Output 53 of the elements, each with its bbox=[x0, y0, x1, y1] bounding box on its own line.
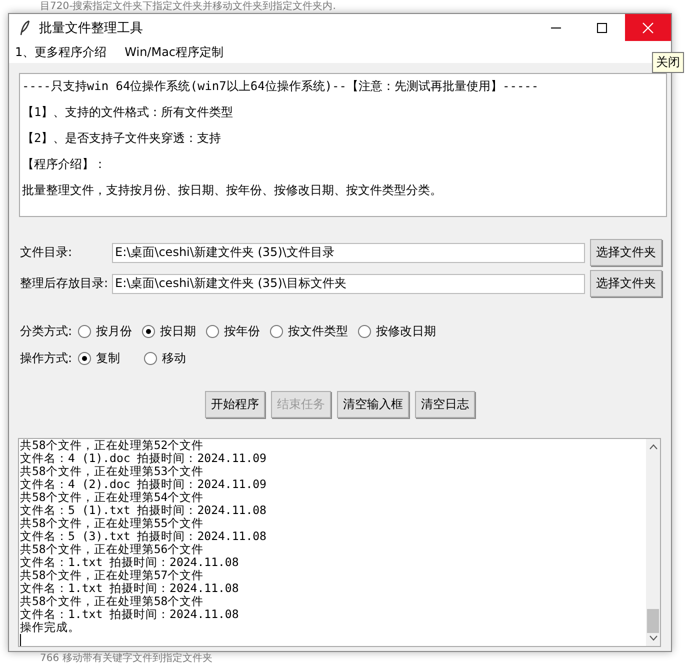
intro-line: 【1】、支持的文件格式：所有文件类型 bbox=[22, 104, 234, 121]
log-line: 文件名：1.txt 拍摄时间：2024.11.08 bbox=[20, 556, 240, 569]
log-line: 文件名：4 (2).doc 拍摄时间：2024.11.09 bbox=[20, 478, 268, 491]
intro-line: 批量整理文件，支持按月份、按日期、按年份、按修改日期、按文件类型分类。 bbox=[22, 182, 443, 199]
action-button[interactable]: 清空输入框 bbox=[337, 391, 409, 418]
choose-folder-button[interactable]: 选择文件夹 bbox=[590, 270, 662, 297]
menu-item[interactable]: 1、更多程序介绍 bbox=[15, 44, 107, 60]
log-line: 文件名：5 (3).txt 拍摄时间：2024.11.08 bbox=[20, 530, 268, 543]
radio-option[interactable]: 按修改日期 bbox=[358, 323, 436, 340]
field-label: 整理后存放目录: bbox=[20, 275, 110, 292]
log-line: 共58个文件，正在处理第58个文件 bbox=[20, 595, 205, 608]
log-line: 共58个文件，正在处理第57个文件 bbox=[20, 569, 205, 582]
radio-option[interactable]: 移动 bbox=[144, 350, 186, 367]
radio-option[interactable]: 按年份 bbox=[206, 323, 260, 340]
close-tooltip: 关闭 bbox=[652, 52, 684, 73]
window-title: 批量文件整理工具 bbox=[39, 20, 144, 36]
action-button[interactable]: 开始程序 bbox=[205, 391, 265, 418]
radio-option[interactable]: 复制 bbox=[78, 350, 120, 367]
text-cursor-icon bbox=[20, 634, 21, 646]
close-button[interactable] bbox=[625, 14, 671, 41]
action-button[interactable]: 清空日志 bbox=[415, 391, 475, 418]
path-input-field[interactable]: E:\桌面\ceshi\新建文件夹 (35)\目标文件夹 bbox=[112, 274, 585, 294]
log-line: 共58个文件，正在处理第53个文件 bbox=[20, 465, 205, 478]
intro-line: 【程序介绍】： bbox=[22, 156, 107, 173]
radio-group-label: 操作方式: bbox=[20, 350, 72, 367]
radio-option[interactable]: 按月份 bbox=[78, 323, 132, 340]
intro-line: ----只支持win 64位操作系统(win7以上64位操作系统)--【注意：先测试再批量使用】----- bbox=[22, 78, 540, 95]
scroll-down-icon[interactable] bbox=[648, 635, 658, 641]
scrollbar-thumb[interactable] bbox=[647, 609, 659, 633]
path-input-field[interactable]: E:\桌面\ceshi\新建文件夹 (35)\文件目录 bbox=[112, 242, 585, 262]
choose-folder-button[interactable]: 选择文件夹 bbox=[590, 239, 662, 266]
log-line: 文件名：1.txt 拍摄时间：2024.11.08 bbox=[20, 608, 240, 621]
log-line: 文件名：4 (1).doc 拍摄时间：2024.11.09 bbox=[20, 452, 268, 465]
scrollbar[interactable] bbox=[646, 439, 660, 646]
intro-line: 【2】、是否支持子文件夹穿透：支持 bbox=[22, 130, 222, 147]
maximize-icon bbox=[597, 22, 607, 32]
feather-icon bbox=[19, 20, 31, 36]
log-line: 文件名：5 (1).txt 拍摄时间：2024.11.08 bbox=[20, 504, 268, 517]
radio-option[interactable]: 按文件类型 bbox=[270, 323, 348, 340]
log-line: 共58个文件，正在处理第56个文件 bbox=[20, 543, 205, 556]
close-icon bbox=[642, 22, 654, 34]
menu-item[interactable]: Win/Mac程序定制 bbox=[124, 44, 224, 60]
field-label: 文件目录: bbox=[20, 244, 74, 261]
log-line: 共58个文件，正在处理第52个文件 bbox=[20, 439, 205, 452]
log-line: 操作完成。 bbox=[20, 621, 81, 634]
log-line: 共58个文件，正在处理第54个文件 bbox=[20, 491, 205, 504]
background-text: 766 移动带有关键字文件到指定文件夹 bbox=[39, 652, 214, 665]
background-text: 目720-搜索指定文件夹下指定文件夹并移动文件夹到指定文件夹内. bbox=[39, 0, 337, 13]
log-line: 文件名：1.txt 拍摄时间：2024.11.08 bbox=[20, 582, 240, 595]
log-line: 共58个文件，正在处理第55个文件 bbox=[20, 517, 205, 530]
radio-option[interactable]: 按日期 bbox=[142, 323, 196, 340]
scroll-up-icon[interactable] bbox=[648, 444, 658, 450]
radio-group-label: 分类方式: bbox=[20, 323, 72, 340]
